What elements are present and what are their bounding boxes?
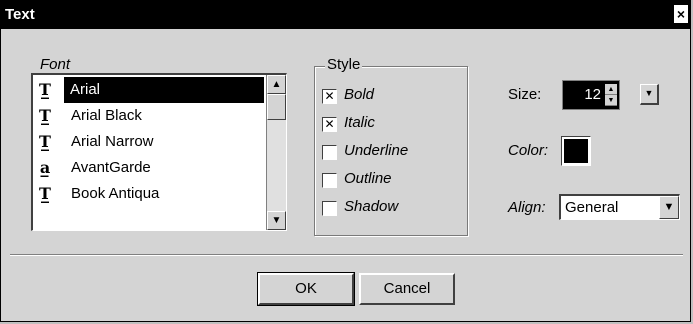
checkbox[interactable]: ✕ — [322, 89, 337, 104]
truetype-icon: T̲ — [39, 132, 51, 151]
truetype-icon: T̲ — [39, 80, 51, 99]
font-list-scrollbar[interactable]: ▲ ▼ — [266, 75, 286, 230]
font-list-item[interactable]: T̲ Arial — [33, 77, 265, 103]
size-label: Size: — [508, 86, 542, 103]
color-fill — [564, 139, 588, 163]
divider — [10, 254, 683, 256]
font-list-item[interactable]: T̲ Arial Narrow — [33, 129, 265, 155]
size-value: 12 — [584, 86, 601, 103]
truetype-icon: T̲ — [39, 184, 51, 203]
checkbox-label: Underline — [344, 142, 409, 159]
color-swatch[interactable] — [561, 136, 591, 166]
chevron-down-icon[interactable]: ▼ — [659, 196, 679, 219]
font-name: Book Antiqua — [71, 185, 160, 202]
scroll-up-icon[interactable]: ▲ — [267, 75, 286, 94]
truetype-icon: T̲ — [39, 106, 51, 125]
title-bar[interactable]: Text × — [1, 1, 690, 29]
size-dropdown-button[interactable]: ▼ — [640, 84, 659, 105]
spin-down-icon[interactable]: ▼ — [605, 95, 617, 106]
checkbox-label: Italic — [344, 114, 375, 131]
style-group-legend: Style — [325, 56, 363, 73]
close-icon[interactable]: × — [674, 5, 688, 23]
ok-button[interactable]: OK — [257, 272, 355, 306]
font-list-item[interactable]: T̲ Book Antiqua — [33, 181, 265, 207]
color-label: Color: — [508, 142, 549, 159]
checkbox[interactable] — [322, 145, 337, 160]
size-spinner[interactable]: ▲ ▼ — [605, 84, 617, 106]
checkbox-label: Shadow — [344, 198, 399, 215]
spin-up-icon[interactable]: ▲ — [605, 84, 617, 95]
align-label: Align: — [508, 199, 546, 216]
checkbox-label: Bold — [344, 86, 375, 103]
checkbox-label: Outline — [344, 170, 392, 187]
font-name: Arial Black — [71, 107, 142, 124]
align-select[interactable]: General ▼ — [559, 194, 680, 220]
printer-font-icon: a̲ — [39, 158, 51, 177]
font-name: Arial — [64, 77, 264, 103]
font-name: AvantGarde — [71, 159, 151, 176]
font-list-item[interactable]: T̲ Arial Black — [33, 103, 265, 129]
font-group-legend: Font — [38, 56, 73, 73]
scroll-thumb[interactable] — [267, 94, 286, 120]
checkbox[interactable]: ✕ — [322, 117, 337, 132]
dialog-title: Text — [5, 6, 35, 23]
font-list-item[interactable]: a̲ AvantGarde — [33, 155, 265, 181]
size-input[interactable]: 12 ▲ ▼ — [562, 80, 620, 110]
cancel-button[interactable]: Cancel — [359, 273, 455, 305]
checkbox[interactable] — [322, 201, 337, 216]
checkbox[interactable] — [322, 173, 337, 188]
font-name: Arial Narrow — [71, 133, 154, 150]
align-value: General — [565, 199, 619, 216]
chevron-down-icon: ▼ — [644, 88, 654, 98]
scroll-down-icon[interactable]: ▼ — [267, 211, 286, 230]
font-list[interactable]: T̲ Arial T̲ Arial Black T̲ Arial Narrow a̲ Avan… — [31, 73, 287, 231]
